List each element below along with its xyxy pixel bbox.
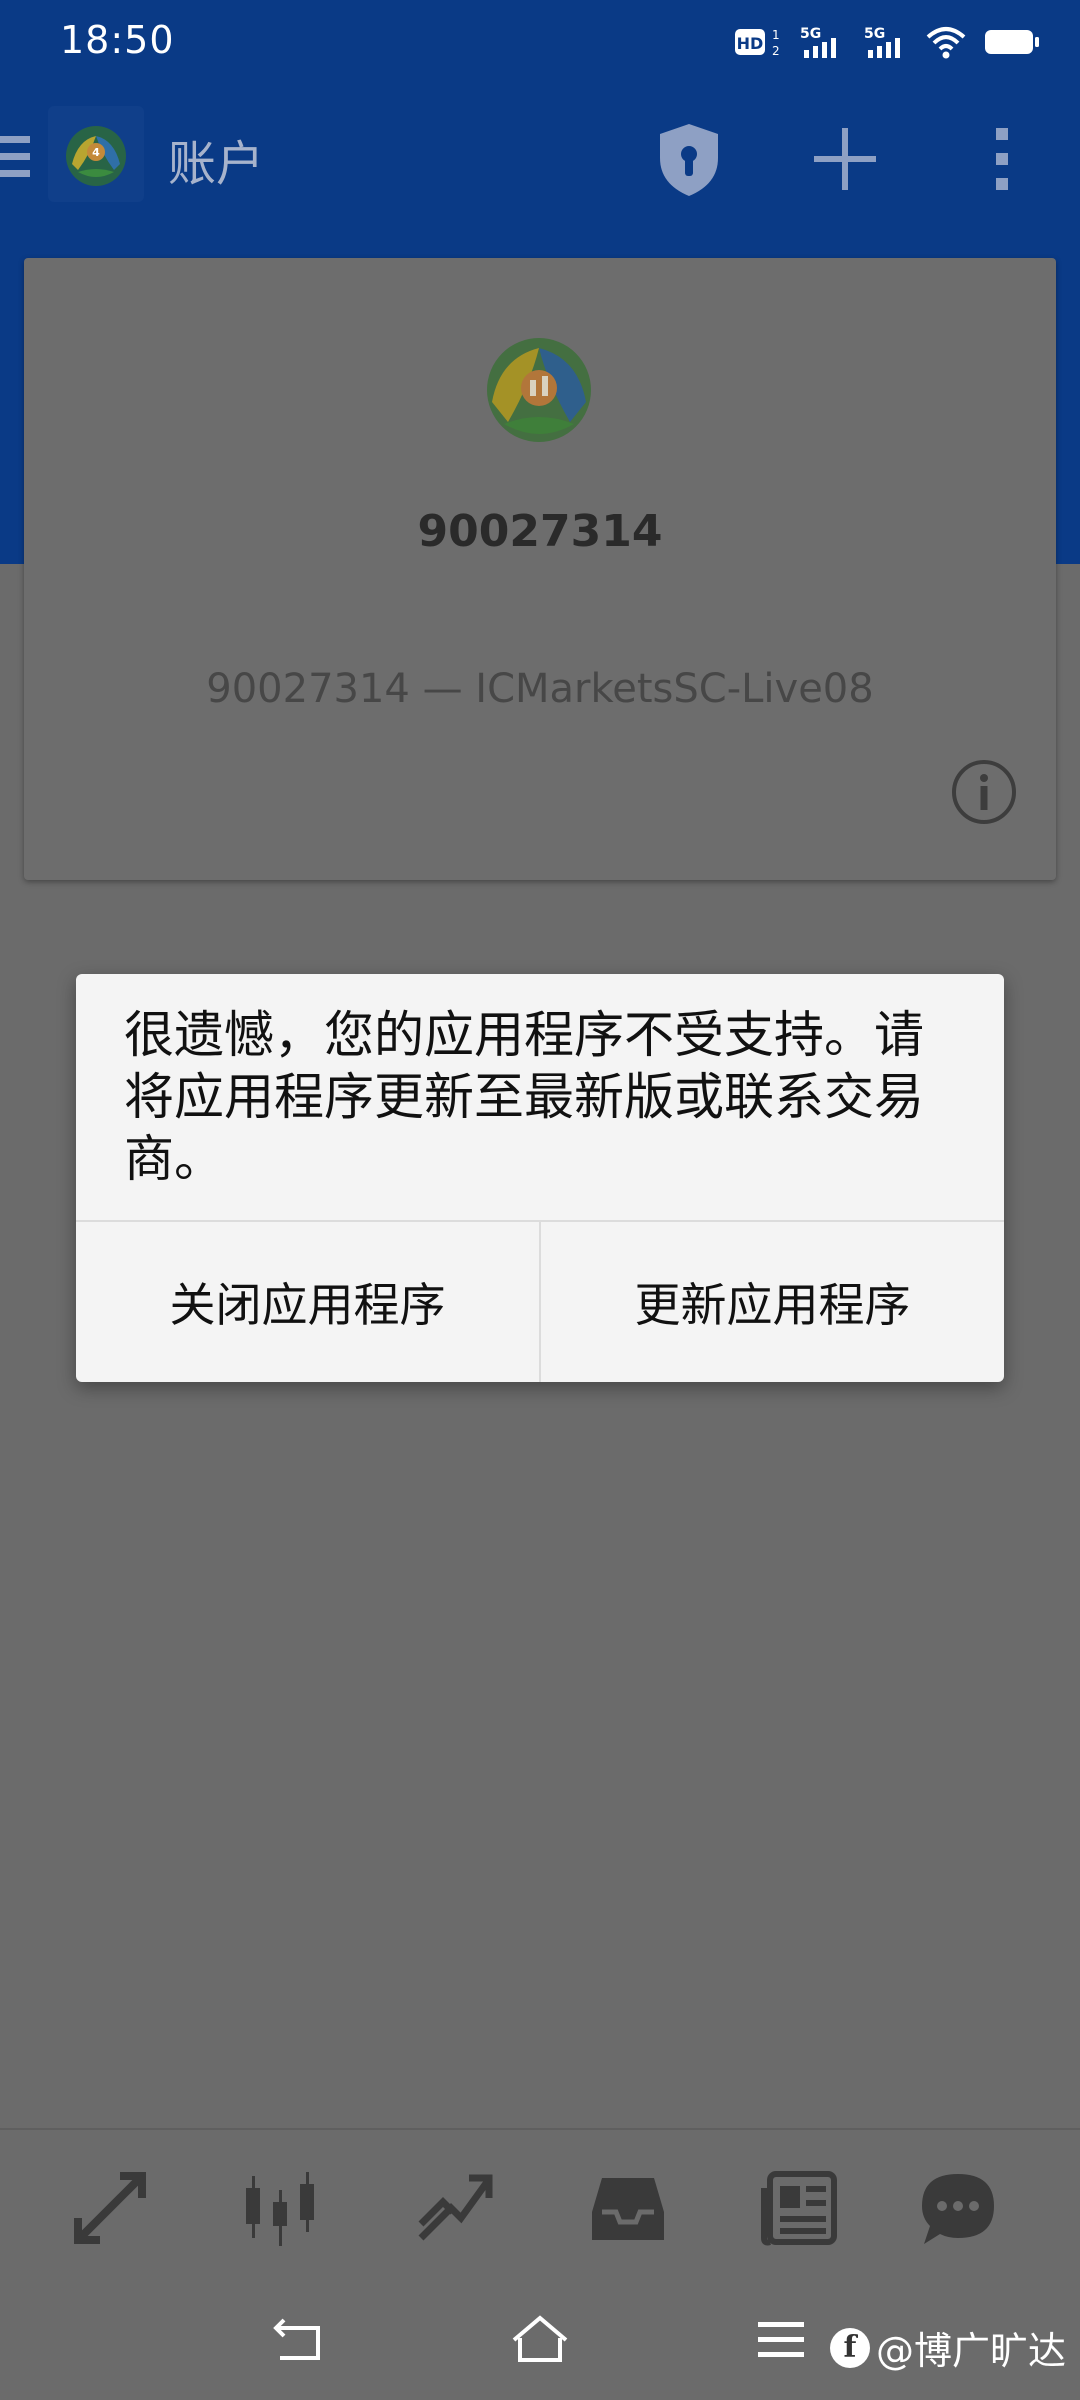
- system-nav-bar: f @博广旷达: [0, 2278, 1080, 2400]
- status-bar: 18:50 HD 1 2 5G 5G: [0, 0, 1080, 84]
- account-server-line: 90027314 — ICMarketsSC-Live08: [206, 666, 874, 712]
- chat-icon[interactable]: [918, 2168, 998, 2248]
- signal-5g-icon: 5G: [800, 26, 836, 58]
- svg-text:4: 4: [92, 146, 100, 159]
- page-title: 账户: [168, 136, 265, 192]
- wifi-icon: [926, 27, 966, 59]
- metatrader-logo-icon: [464, 318, 614, 458]
- status-time: 18:50: [60, 18, 175, 62]
- bottom-nav: [0, 2128, 1080, 2278]
- battery-icon: [985, 30, 1039, 54]
- watermark: f @博广旷达: [829, 2320, 1066, 2375]
- svg-text:1: 1: [772, 28, 780, 42]
- trade-trend-icon[interactable]: [415, 2168, 495, 2248]
- svg-text:HD: HD: [737, 34, 764, 53]
- watermark-text: @博广旷达: [875, 2329, 1066, 2373]
- status-indicators: HD 1 2 5G 5G: [734, 20, 1040, 64]
- recents-menu-icon[interactable]: [752, 2314, 812, 2366]
- signal-5g-icon: 5G: [864, 26, 900, 58]
- dialog-message: 很遗憾，您的应用程序不受支持。请将应用程序更新至最新版或联系交易商。: [124, 1006, 924, 1188]
- account-number: 90027314: [417, 506, 663, 557]
- history-inbox-icon[interactable]: [588, 2168, 668, 2248]
- menu-icon[interactable]: [0, 136, 30, 186]
- plus-icon[interactable]: [810, 124, 880, 194]
- watermark-logo-icon: f: [829, 2327, 870, 2368]
- svg-text:5G: 5G: [864, 26, 885, 42]
- home-icon[interactable]: [510, 2314, 570, 2366]
- account-card[interactable]: 90027314 90027314 — ICMarketsSC-Live08: [24, 258, 1056, 880]
- back-icon[interactable]: [270, 2314, 330, 2366]
- news-icon[interactable]: [760, 2168, 840, 2248]
- svg-text:2: 2: [772, 44, 780, 58]
- svg-text:5G: 5G: [800, 26, 821, 42]
- unsupported-app-dialog: 很遗憾，您的应用程序不受支持。请将应用程序更新至最新版或联系交易商。 关闭应用程…: [76, 974, 1004, 1382]
- update-app-button[interactable]: 更新应用程序: [541, 1222, 1004, 1382]
- hd-icon: HD 1 2: [735, 28, 780, 58]
- app-logo: 4: [48, 106, 144, 202]
- app-bar: 4 账户: [0, 84, 1080, 256]
- chart-candles-icon[interactable]: [240, 2168, 320, 2248]
- info-icon[interactable]: [950, 758, 1018, 826]
- more-vert-icon[interactable]: [990, 124, 1014, 194]
- shield-key-icon[interactable]: [654, 120, 724, 200]
- close-app-button[interactable]: 关闭应用程序: [76, 1222, 539, 1382]
- quotes-arrows-icon[interactable]: [70, 2168, 150, 2248]
